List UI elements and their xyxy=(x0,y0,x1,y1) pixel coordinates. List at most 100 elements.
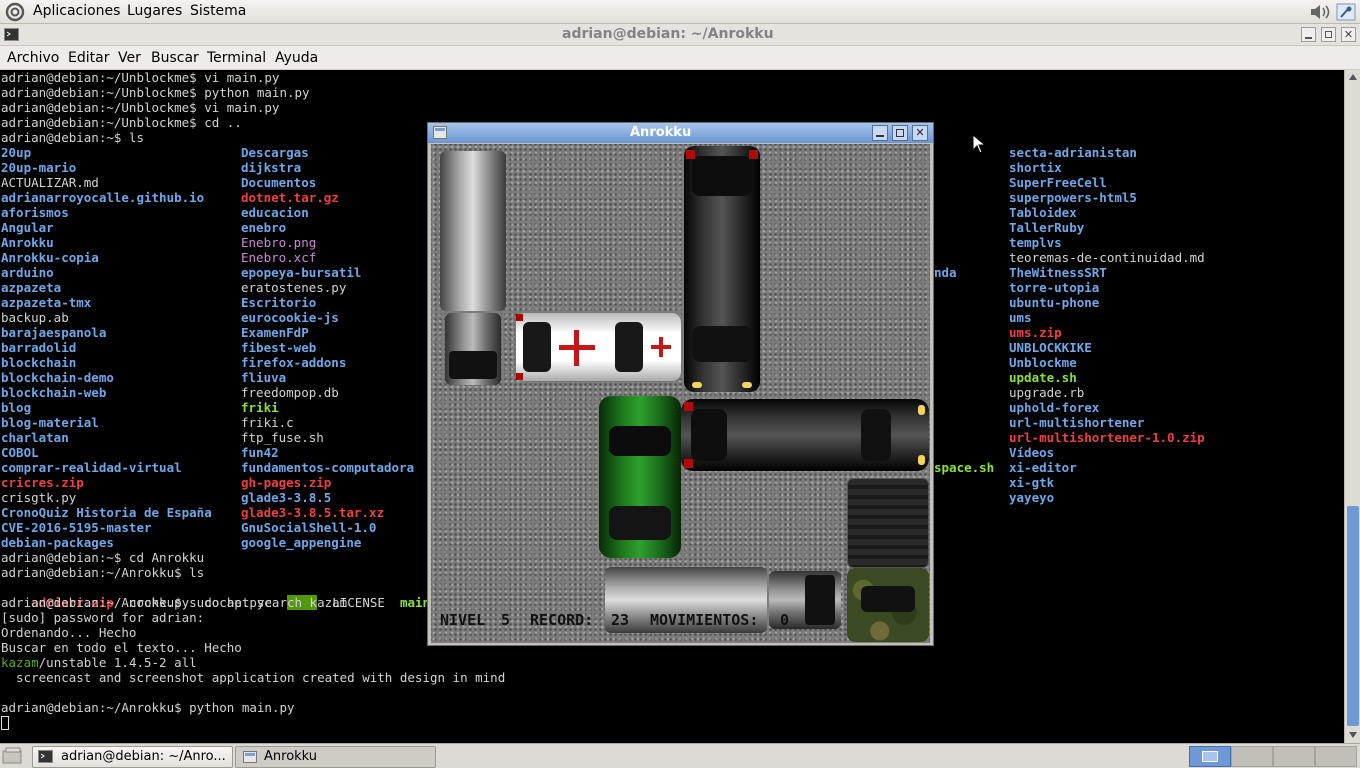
terminal-line: [sudo] password for adrian: xyxy=(1,610,212,625)
terminal-minimize-button[interactable] xyxy=(1301,27,1316,42)
file-entry: Unblockme xyxy=(1009,355,1077,370)
show-desktop-icon[interactable] xyxy=(2,747,24,765)
file-entry: charlatan xyxy=(1,430,69,445)
file-entry: ftp_fuse.sh xyxy=(241,430,324,445)
app-task-icon xyxy=(243,751,257,763)
kazam-package-version: /unstable 1.4.5-2 all xyxy=(38,655,197,670)
file-entry: arduino xyxy=(1,265,54,280)
debian-logo-icon[interactable] xyxy=(4,2,26,22)
bottom-panel: adrian@debian: ~/Anro... Anrokku xyxy=(0,743,1360,768)
workspace-4[interactable] xyxy=(1315,746,1357,767)
file-entry: templvs xyxy=(1009,235,1062,250)
game-board[interactable]: NIVEL 5 RECORD: 23 MOVIMIENTOS: 0 xyxy=(431,144,930,643)
file-entry: TallerRuby xyxy=(1009,220,1085,235)
file-entry: fliuva xyxy=(241,370,287,385)
kazam-description: screencast and screenshot application cr… xyxy=(1,670,506,685)
file-entry: SuperFreeCell xyxy=(1009,175,1107,190)
military-truck-vertical[interactable] xyxy=(847,478,929,642)
menu-editar[interactable]: Editar xyxy=(68,50,109,66)
anrokku-close-button[interactable]: ✕ xyxy=(912,125,928,141)
anrokku-minimize-button[interactable] xyxy=(872,125,888,141)
file-entry: barajaespanola xyxy=(1,325,107,340)
file-entry: upgrade.rb xyxy=(1009,385,1085,400)
workspace-3[interactable] xyxy=(1273,746,1315,767)
file-entry: Enebro.png xyxy=(241,235,317,250)
file-entry: fundamentos-computadora xyxy=(241,460,415,475)
taskbar-item-terminal[interactable]: adrian@debian: ~/Anro... xyxy=(32,746,233,768)
hud-record-label: RECORD: xyxy=(530,611,594,629)
anrokku-maximize-button[interactable] xyxy=(892,125,908,141)
menu-sistema[interactable]: Sistema xyxy=(190,3,246,19)
scrollbar-thumb[interactable] xyxy=(1347,506,1359,726)
taskbar-anrokku-label: Anrokku xyxy=(264,749,318,764)
anrokku-window[interactable]: Anrokku ✕ NIVEL 5 RECORD: 23 MOVIMIENTOS… xyxy=(427,122,934,646)
terminal-scrollbar[interactable] xyxy=(1344,70,1360,743)
file-entry: debian-packages xyxy=(1,535,114,550)
file-entry: blockchain xyxy=(1,355,77,370)
black-limo-horizontal[interactable] xyxy=(681,399,929,471)
workspace-1[interactable] xyxy=(1189,746,1231,767)
terminal-prompt: adrian@debian:~/Anrokku$ python main.py xyxy=(1,700,295,715)
file-entry: glade3-3.8.5 xyxy=(241,490,332,505)
file-entry: nda xyxy=(934,265,957,280)
file-entry: GnuSocialShell-1.0 xyxy=(241,520,377,535)
menu-buscar[interactable]: Buscar xyxy=(151,50,199,66)
taskbar-item-anrokku[interactable]: Anrokku xyxy=(235,746,436,768)
terminal-task-icon xyxy=(38,750,53,763)
file-entry: ums xyxy=(1009,310,1032,325)
file-entry: update.sh xyxy=(1009,370,1077,385)
file-entry: ACTUALIZAR.md xyxy=(1,175,99,190)
terminal-line: adrian@debian:~/Anrokku$ ls xyxy=(1,565,205,580)
file-entry: fibest-web xyxy=(241,340,317,355)
terminal-line: adrian@debian:~/Unblockme$ vi main.py xyxy=(1,100,280,115)
anrokku-window-title: Anrokku xyxy=(630,125,692,140)
file-entry: uphold-forex xyxy=(1009,400,1100,415)
black-limo-vertical[interactable] xyxy=(684,146,762,392)
terminal-maximize-button[interactable] xyxy=(1321,27,1336,42)
menu-aplicaciones[interactable]: Aplicaciones xyxy=(33,3,120,19)
menu-archivo[interactable]: Archivo xyxy=(7,50,59,66)
file-entry: freedompop.db xyxy=(241,385,339,400)
green-car-vertical[interactable] xyxy=(599,396,681,558)
file-entry: barradolid xyxy=(1,340,77,355)
terminal-titlebar[interactable]: adrian@debian: ~/Anrokku ✕ xyxy=(0,24,1360,46)
menu-ayuda[interactable]: Ayuda xyxy=(275,50,318,66)
terminal-line: adrian@debian:~/Unblockme$ cd .. xyxy=(1,115,242,130)
file-entry: friki xyxy=(241,400,279,415)
anrokku-titlebar[interactable]: Anrokku ✕ xyxy=(428,123,933,143)
terminal-close-button[interactable]: ✕ xyxy=(1341,27,1356,42)
file-entry: azpazeta xyxy=(1,280,62,295)
file-entry: torre-utopia xyxy=(1009,280,1100,295)
volume-icon[interactable] xyxy=(1309,3,1331,21)
menu-lugares[interactable]: Lugares xyxy=(127,3,182,19)
network-icon[interactable] xyxy=(1336,3,1356,21)
file-entry: CronoQuiz Historia de España xyxy=(1,505,212,520)
file-entry: Anrokku xyxy=(1,235,54,250)
terminal-line: adrian@debian:~$ cd Anrokku xyxy=(1,550,205,565)
file-entry: 20up xyxy=(1,145,32,160)
scroll-down-arrow-icon[interactable] xyxy=(1349,732,1357,738)
terminal-line: Ordenando... Hecho xyxy=(1,625,137,640)
scroll-up-arrow-icon[interactable] xyxy=(1349,74,1357,80)
terminal-line: adrian@debian:~/Unblockme$ python main.p… xyxy=(1,85,310,100)
file-entry: comprar-realidad-virtual xyxy=(1,460,182,475)
menu-ver[interactable]: Ver xyxy=(118,50,141,66)
file-entry: superpowers-html5 xyxy=(1009,190,1137,205)
file-entry: TheWitnessSRT xyxy=(1009,265,1107,280)
workspace-2[interactable] xyxy=(1231,746,1273,767)
grey-truck-vertical[interactable] xyxy=(437,151,509,385)
file-entry: blockchain-web xyxy=(1,385,107,400)
hud-level-label: NIVEL xyxy=(440,611,486,629)
file-entry: blockchain-demo xyxy=(1,370,114,385)
hud-record-value: 23 xyxy=(611,611,630,629)
app-window-icon xyxy=(433,126,447,139)
terminal-line: Buscar en todo el texto... Hecho xyxy=(1,640,242,655)
menu-terminal[interactable]: Terminal xyxy=(207,50,266,66)
hud-moves-value: 0 xyxy=(780,611,790,629)
file-entry: secta-adrianistan xyxy=(1009,145,1137,160)
ambulance-target-car[interactable] xyxy=(515,312,682,382)
file-entry: Vídeos xyxy=(1009,445,1055,460)
workspace-switcher[interactable] xyxy=(1189,746,1357,767)
file-entry: dijkstra xyxy=(241,160,302,175)
file-entry: enebro xyxy=(241,220,287,235)
